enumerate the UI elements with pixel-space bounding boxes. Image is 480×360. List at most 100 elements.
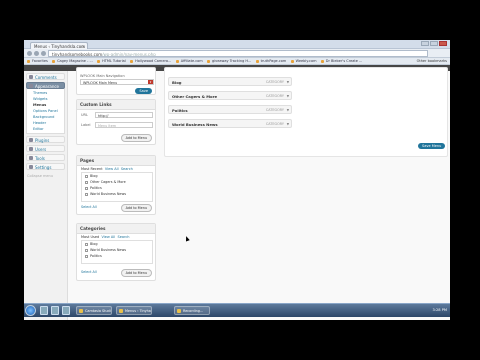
taskbar-app[interactable]: Recording... — [174, 306, 210, 315]
sidebar-item-appearance[interactable]: Appearance — [26, 82, 65, 89]
url-label: URL — [81, 113, 88, 117]
tab-most-recent[interactable]: Most Recent — [81, 167, 103, 171]
quicklaunch-icon[interactable] — [62, 306, 70, 315]
sidebar-item-comments[interactable]: Comments — [26, 73, 65, 80]
chevron-down-icon[interactable]: ▼ — [287, 80, 289, 84]
menu-item-type: CATEGORY — [265, 108, 284, 112]
checkbox-label: Politics — [90, 186, 102, 190]
bookmark-item[interactable]: Weebly.com — [290, 59, 317, 63]
bookmark-item[interactable]: Dr Bieber's Create ... — [320, 59, 362, 63]
bookmark-item[interactable]: truthPage.com — [255, 59, 286, 63]
collapse-menu[interactable]: Collapse menu — [27, 174, 64, 178]
bookmark-item[interactable]: Cagey Magazine - ... — [52, 59, 93, 63]
add-categories-button[interactable]: Add to Menu — [120, 269, 152, 277]
theme-locations-box: WPLOOK Main Navigation WPLOOK Main Menu … — [76, 67, 156, 95]
pages-title: Pages — [77, 156, 155, 166]
menu-item-type: CATEGORY — [265, 94, 284, 98]
tab-view-all[interactable]: View All — [101, 235, 115, 239]
checkbox-icon — [85, 186, 88, 190]
select-value: WPLOOK Main Menu — [83, 81, 118, 85]
category-checkbox[interactable]: Politics — [82, 253, 152, 259]
checkbox-label: Blog — [90, 242, 98, 246]
sidebar-item-settings[interactable]: Settings — [26, 163, 65, 170]
menu-item[interactable]: Politics CATEGORY ▼ — [168, 105, 292, 114]
sidebar-item-label: Settings — [35, 165, 52, 170]
checkbox-icon — [85, 180, 88, 184]
menu-item[interactable]: World Business News CATEGORY ▼ — [168, 119, 292, 128]
bookmark-item[interactable]: Hollywood Camera... — [130, 59, 171, 63]
tab-most-used[interactable]: Most Used — [81, 235, 99, 239]
checkbox-icon — [85, 174, 88, 178]
browser-window: Menus ‹ Tinyhandsla.com × tinyhandsomebo… — [24, 40, 450, 320]
quicklaunch-icon[interactable] — [40, 306, 48, 315]
appearance-icon — [29, 84, 33, 88]
menu-item-type: CATEGORY — [265, 122, 284, 126]
checkbox-label: World Business News — [90, 192, 126, 196]
sidebar-item-label: Appearance — [35, 84, 60, 89]
mouse-cursor — [184, 235, 190, 242]
submenu-item-editor[interactable]: Editor — [27, 126, 64, 132]
categories-select-all[interactable]: Select All — [81, 270, 97, 274]
chevron-down-icon: ▾ — [148, 80, 153, 84]
theme-location-select[interactable]: WPLOOK Main Menu ▾ — [80, 79, 154, 85]
checkbox-label: Politics — [90, 254, 102, 258]
save-locations-button[interactable]: Save — [135, 88, 152, 94]
reload-icon[interactable] — [41, 51, 46, 56]
sidebar-item-label: Comments — [35, 75, 57, 80]
url-input[interactable]: tinyhandsomebooks.com/wp-admin/nav-menus… — [48, 50, 428, 57]
categories-title: Categories — [77, 224, 155, 234]
sidebar-item-tools[interactable]: Tools — [26, 154, 65, 161]
add-pages-button[interactable]: Add to Menu — [120, 204, 152, 212]
sidebar-item-label: Users — [35, 147, 47, 152]
appearance-submenu: Themes Widgets Menus Options Panel Backg… — [26, 89, 65, 134]
tab-search[interactable]: Search — [117, 235, 129, 239]
bookmark-item[interactable]: giveaway Tracking H... — [206, 59, 251, 63]
save-menu-button[interactable]: Save Menu — [418, 143, 446, 149]
tools-icon — [29, 156, 33, 160]
close-window-button[interactable] — [439, 41, 447, 46]
tab-view-all[interactable]: View All — [105, 167, 119, 171]
other-bookmarks[interactable]: Other bookmarks — [417, 59, 447, 63]
custom-url-input[interactable]: http:// — [95, 112, 153, 118]
menu-item-title: World Business News — [172, 122, 218, 127]
quicklaunch-icon[interactable] — [51, 306, 59, 315]
menu-item[interactable]: Other Cagers & More CATEGORY ▼ — [168, 91, 292, 100]
sidebar-item-plugins[interactable]: Plugins — [26, 136, 65, 143]
add-custom-link-button[interactable]: Add to Menu — [120, 134, 152, 142]
pages-checklist: Blog Other Cagers & More Politics World … — [81, 172, 153, 202]
window-controls — [420, 41, 447, 47]
start-button[interactable] — [25, 305, 36, 316]
plugin-icon — [29, 138, 33, 142]
menu-item-type: CATEGORY — [265, 80, 284, 84]
taskbar-app[interactable]: Menus ‹ Tinyhandsla... — [116, 306, 152, 315]
checkbox-label: Blog — [90, 174, 98, 178]
theme-location-hint: WPLOOK Main Navigation — [80, 74, 125, 78]
chevron-down-icon[interactable]: ▼ — [287, 94, 289, 98]
tab-search[interactable]: Search — [121, 167, 133, 171]
pages-select-all[interactable]: Select All — [81, 205, 97, 209]
back-icon[interactable] — [27, 51, 32, 56]
checkbox-icon — [85, 242, 88, 246]
custom-label-input[interactable]: Menu Item — [95, 122, 153, 128]
categories-tabs: Most Used View All Search — [81, 235, 130, 239]
browser-tab[interactable]: Menus ‹ Tinyhandsla.com × — [30, 42, 88, 49]
forward-icon[interactable] — [34, 51, 39, 56]
chevron-down-icon[interactable]: ▼ — [287, 122, 289, 126]
tab-bar: Menus ‹ Tinyhandsla.com × — [24, 40, 450, 49]
chevron-down-icon[interactable]: ▼ — [287, 108, 289, 112]
clock: 3:28 PM — [432, 308, 447, 312]
page-checkbox[interactable]: World Business News — [82, 191, 152, 197]
sidebar-item-users[interactable]: Users — [26, 145, 65, 152]
menu-item-title: Politics — [172, 108, 188, 113]
sidebar-item-label: Tools — [35, 156, 45, 161]
bookmark-item[interactable]: Affiliate.com — [175, 59, 203, 63]
menu-item[interactable]: Blog CATEGORY ▼ — [168, 77, 292, 86]
url-domain: tinyhandsomebooks.com — [52, 52, 103, 57]
bookmark-item[interactable]: Favorites — [27, 59, 48, 63]
custom-links-box: Custom Links URL http:// Label Menu Item… — [76, 99, 156, 145]
admin-sidebar: Comments Appearance Themes Widgets Menus… — [24, 71, 68, 320]
bookmark-item[interactable]: HTML Tutorial — [97, 59, 126, 63]
maximize-button[interactable] — [430, 41, 438, 46]
minimize-button[interactable] — [421, 41, 429, 46]
taskbar-app[interactable]: Camtasia Studio - Un... — [76, 306, 112, 315]
